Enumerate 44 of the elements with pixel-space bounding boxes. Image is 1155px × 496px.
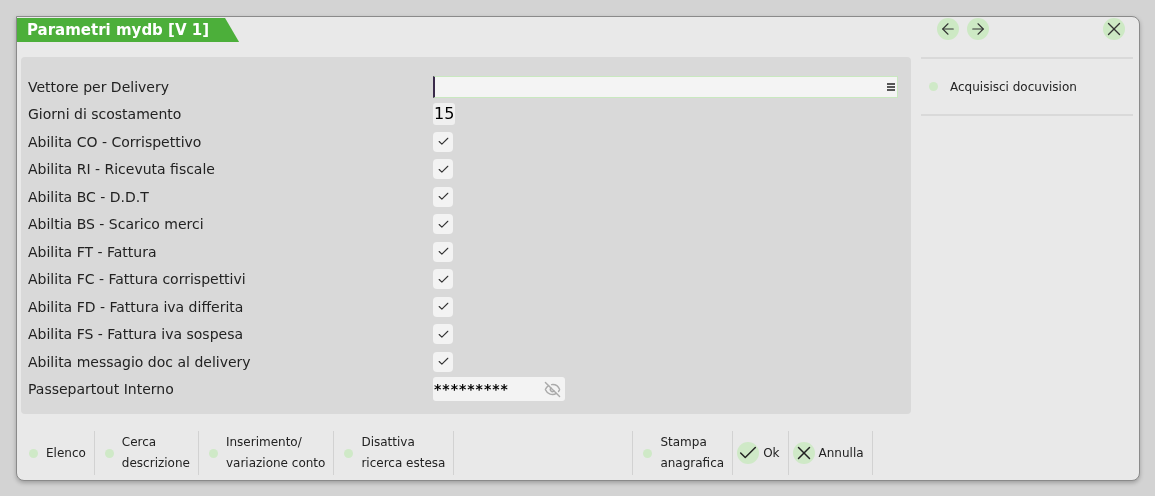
checkbox[interactable] bbox=[433, 186, 453, 207]
toolbar-button[interactable]: Ok bbox=[733, 431, 789, 475]
checkbox[interactable] bbox=[433, 324, 453, 345]
dot-icon bbox=[104, 448, 114, 458]
toolbar-button[interactable]: Inserimento/ variazione conto bbox=[198, 431, 335, 475]
forward-icon[interactable] bbox=[967, 18, 989, 40]
text-field[interactable] bbox=[433, 75, 898, 98]
field-label: Abilita messagio doc al delivery bbox=[28, 353, 252, 370]
checkbox[interactable] bbox=[433, 159, 453, 180]
window-title: Parametri mydb [V 1] bbox=[17, 18, 240, 42]
dot-icon bbox=[208, 448, 218, 458]
field-label: Abilita BC - D.D.T bbox=[28, 188, 150, 205]
list-icon[interactable] bbox=[887, 82, 895, 91]
number-field[interactable]: 15 bbox=[433, 103, 456, 126]
checkbox[interactable] bbox=[433, 296, 453, 317]
toolbar-button[interactable]: Disattiva ricerca estesa bbox=[334, 431, 455, 475]
dot-icon bbox=[344, 448, 354, 458]
back-icon[interactable] bbox=[937, 18, 959, 40]
dot-icon bbox=[29, 448, 38, 458]
field-label: Passepartout Interno bbox=[28, 381, 175, 398]
close-icon bbox=[792, 442, 815, 464]
field-label: Giorni di scostamento bbox=[28, 106, 183, 123]
field-label: Vettore per Delivery bbox=[28, 78, 170, 95]
check-icon bbox=[737, 442, 760, 464]
toolbar-button[interactable]: Stampa anagrafica bbox=[633, 431, 734, 475]
sidebar-item[interactable]: Acquisisci docuvision bbox=[929, 79, 1077, 94]
toolbar-button[interactable]: Cerca descrizione bbox=[94, 431, 199, 475]
field-label: Abilita RI - Ricevuta fiscale bbox=[28, 161, 216, 178]
field-label: Abilita FD - Fattura iva differita bbox=[28, 298, 245, 315]
toolbar-button[interactable]: Annulla bbox=[788, 431, 873, 475]
field-label: Abilita FS - Fattura iva sospesa bbox=[28, 326, 244, 343]
field-label: Abilita FC - Fattura corrispettivi bbox=[28, 271, 247, 288]
checkbox[interactable] bbox=[433, 214, 453, 235]
checkbox[interactable] bbox=[433, 131, 453, 152]
field-label: Abilita CO - Corrispettivo bbox=[28, 133, 203, 150]
toolbar-button[interactable]: Elenco bbox=[19, 431, 95, 475]
field-label: Abiltia BS - Scarico merci bbox=[28, 216, 205, 233]
password-field[interactable]: ********* bbox=[433, 377, 565, 402]
field-label: Abilita FT - Fattura bbox=[28, 243, 158, 260]
checkbox[interactable] bbox=[433, 351, 453, 372]
dot-icon bbox=[643, 448, 653, 458]
close-icon[interactable] bbox=[1103, 18, 1125, 40]
checkbox[interactable] bbox=[433, 269, 453, 290]
checkbox[interactable] bbox=[433, 241, 453, 262]
